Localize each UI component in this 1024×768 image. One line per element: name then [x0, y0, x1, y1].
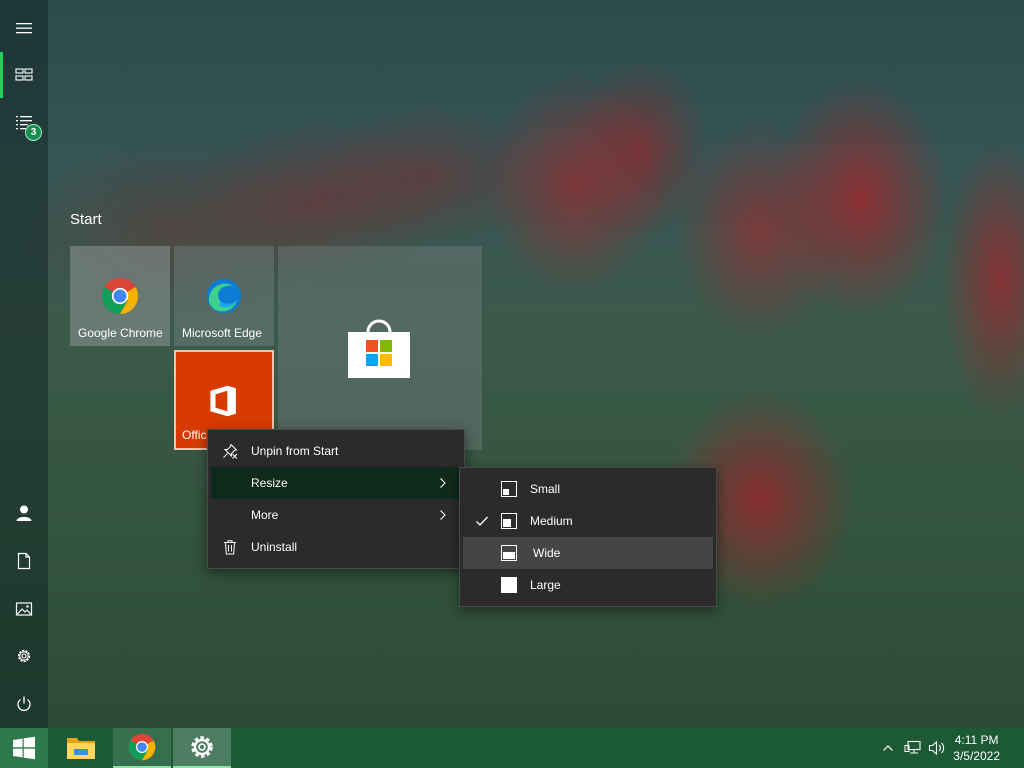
- menu-item-label: Resize: [251, 476, 288, 490]
- menu-item-label: More: [251, 508, 279, 522]
- tile-microsoft-edge[interactable]: Microsoft Edge: [174, 246, 274, 346]
- resize-option-large[interactable]: Large: [460, 569, 716, 601]
- checkmark-icon: [476, 516, 488, 526]
- small-size-icon: [501, 481, 517, 497]
- hamburger-icon: [16, 23, 32, 34]
- documents-button[interactable]: [0, 537, 48, 585]
- all-apps-button[interactable]: [0, 99, 48, 147]
- all-tiles-icon: [15, 68, 33, 81]
- menu-item-label: Uninstall: [251, 540, 298, 554]
- clock-time: 4:11 PM: [954, 733, 999, 747]
- office-icon: [210, 385, 236, 417]
- system-tray: 4:11 PM 3/5/2022: [864, 728, 1024, 768]
- expand-menu-button[interactable]: [0, 4, 48, 52]
- chevron-right-icon: [440, 478, 446, 488]
- start-button[interactable]: [0, 728, 48, 768]
- volume-icon[interactable]: [928, 740, 946, 756]
- tile-google-chrome[interactable]: Google Chrome: [70, 246, 170, 346]
- document-icon: [17, 552, 31, 570]
- user-icon: [16, 505, 32, 521]
- power-button[interactable]: [0, 680, 48, 728]
- windows-logo-icon: [13, 736, 35, 760]
- menu-item-label: Small: [530, 482, 561, 496]
- wide-size-icon: [501, 545, 517, 561]
- settings-button[interactable]: [0, 632, 48, 680]
- folder-icon: [67, 738, 95, 759]
- pinned-tiles-button[interactable]: [0, 51, 48, 99]
- taskbar-file-explorer[interactable]: [57, 728, 105, 768]
- menu-item-label: Large: [530, 578, 561, 592]
- menu-item-label: Wide: [533, 546, 561, 560]
- gear-icon: [191, 736, 213, 758]
- chevron-right-icon: [440, 510, 446, 520]
- chrome-icon: [128, 733, 156, 761]
- large-size-icon: [501, 577, 517, 593]
- taskbar-settings[interactable]: [173, 728, 231, 768]
- resize-submenu: Small Medium Wide Large: [459, 467, 717, 607]
- edge-icon: [206, 278, 242, 314]
- menu-item-resize[interactable]: Resize: [211, 467, 461, 499]
- menu-item-label: Medium: [530, 514, 573, 528]
- network-icon[interactable]: [904, 740, 922, 756]
- medium-size-icon: [501, 513, 517, 529]
- resize-option-small[interactable]: Small: [460, 473, 716, 505]
- resize-option-wide[interactable]: Wide: [463, 537, 713, 569]
- chrome-icon: [101, 277, 139, 315]
- desktop-wallpaper: [0, 0, 1024, 768]
- account-button[interactable]: [0, 489, 48, 537]
- menu-item-more[interactable]: More: [208, 499, 464, 531]
- tile-context-menu: Unpin from Start Resize More Uninstall: [207, 429, 465, 569]
- start-rail: 3: [0, 0, 48, 728]
- clock-date: 3/5/2022: [953, 749, 1000, 763]
- start-group-title: Start: [70, 211, 102, 228]
- tile-microsoft-store[interactable]: [278, 246, 482, 450]
- pictures-button[interactable]: [0, 585, 48, 633]
- unpin-icon: [222, 443, 238, 459]
- taskbar: 4:11 PM 3/5/2022: [0, 728, 1024, 768]
- taskbar-google-chrome[interactable]: [113, 728, 171, 768]
- resize-option-medium[interactable]: Medium: [460, 505, 716, 537]
- menu-item-uninstall[interactable]: Uninstall: [208, 531, 464, 563]
- chevron-up-icon[interactable]: [882, 742, 894, 754]
- tile-label: Google Chrome: [78, 326, 163, 340]
- menu-item-label: Unpin from Start: [251, 444, 339, 458]
- power-icon: [17, 696, 31, 711]
- taskbar-clock[interactable]: 4:11 PM 3/5/2022: [953, 732, 1000, 764]
- pictures-icon: [15, 602, 33, 616]
- trash-icon: [222, 539, 238, 555]
- gear-icon: [17, 649, 31, 663]
- store-icon: [348, 319, 410, 378]
- menu-item-unpin[interactable]: Unpin from Start: [208, 435, 464, 467]
- tile-label: Microsoft Edge: [182, 326, 263, 340]
- apps-count-badge: 3: [25, 124, 42, 141]
